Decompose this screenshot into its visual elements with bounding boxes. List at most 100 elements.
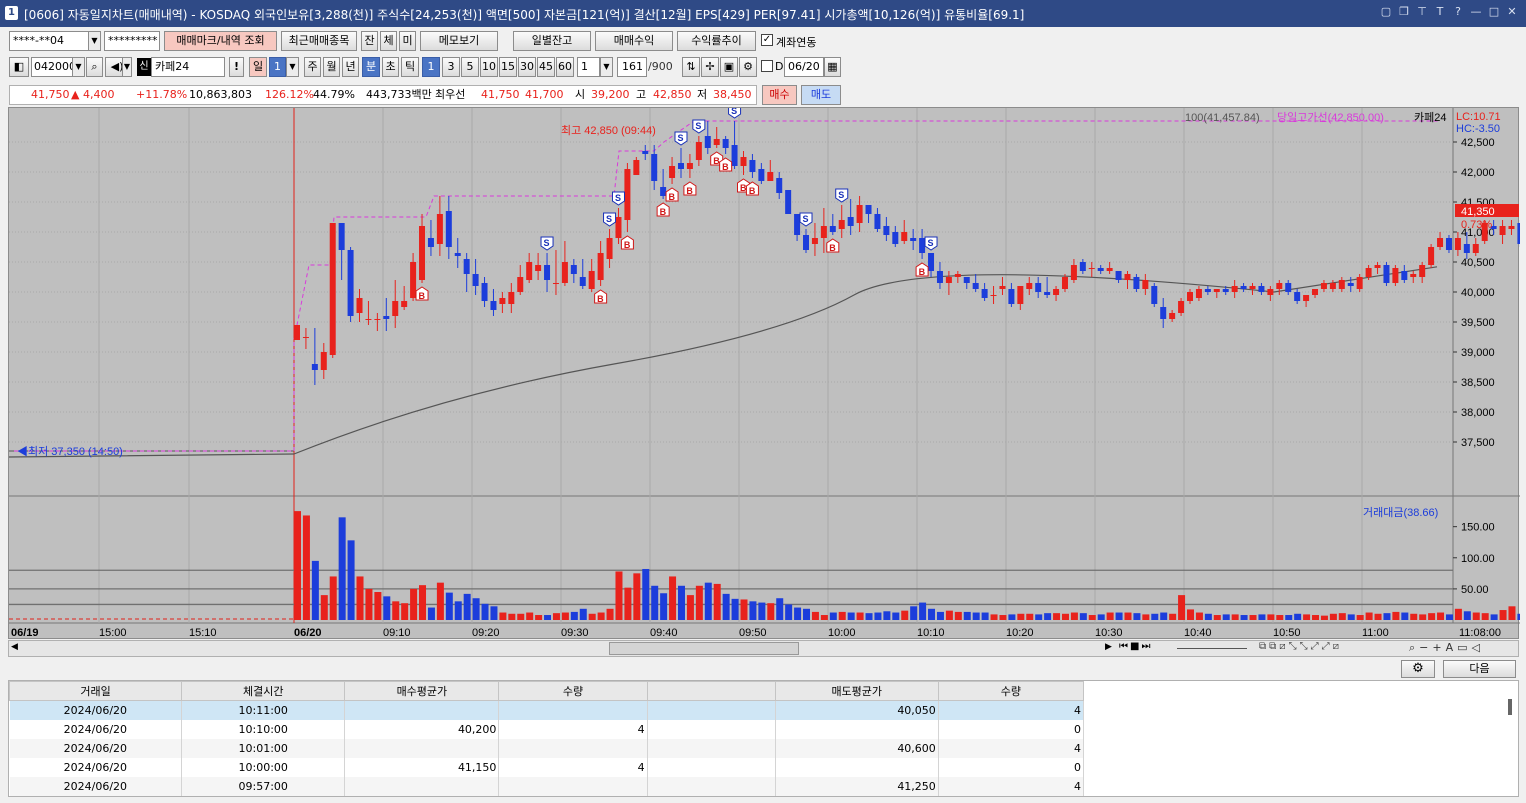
- account-dropdown-icon[interactable]: ▼: [88, 31, 101, 51]
- grid-scroll-thumb[interactable]: [1508, 699, 1512, 715]
- stock-code-input[interactable]: 042000: [31, 57, 73, 77]
- period-n-value[interactable]: 1: [269, 57, 286, 77]
- buy-marker[interactable]: B: [594, 289, 608, 304]
- sound-dropdown-icon[interactable]: ▼: [122, 57, 132, 77]
- minute-60[interactable]: 60: [556, 57, 574, 77]
- search-icon[interactable]: ⌕: [86, 57, 103, 77]
- scroll-left-icon[interactable]: ◀: [11, 642, 18, 652]
- save-icon[interactable]: ▣: [720, 57, 738, 77]
- sell-marker[interactable]: S: [924, 236, 938, 251]
- sell-marker[interactable]: S: [692, 119, 706, 134]
- return-trend-button[interactable]: 수익률추이: [677, 31, 756, 51]
- count-input[interactable]: 161: [617, 57, 647, 77]
- maximize-icon[interactable]: □: [1488, 5, 1500, 19]
- minute-45[interactable]: 45: [537, 57, 555, 77]
- grid-header[interactable]: 수량: [498, 681, 648, 701]
- buy-marker[interactable]: B: [826, 238, 840, 253]
- minute-10[interactable]: 10: [480, 57, 498, 77]
- sell-marker[interactable]: S: [603, 212, 617, 227]
- warning-button[interactable]: !: [229, 57, 244, 77]
- buy-marker[interactable]: B: [656, 202, 670, 217]
- date-input[interactable]: 06/20: [784, 57, 824, 77]
- period-daily[interactable]: 일: [249, 57, 267, 77]
- interval-dropdown-icon[interactable]: ▼: [600, 57, 613, 77]
- trade-profit-button[interactable]: 매매수익: [595, 31, 673, 51]
- mark-query-button[interactable]: 매매마크/내역 조회: [164, 31, 277, 51]
- stock-name[interactable]: 카페24: [151, 57, 225, 77]
- playback-controls[interactable]: ⏮■⏭: [1119, 641, 1152, 652]
- calendar-icon[interactable]: ▦: [824, 57, 841, 77]
- candle-body: [767, 172, 774, 181]
- chart-scrollbar[interactable]: ◀ ▶ ⏮■⏭ ⧉⧉⧄⤡⤡⤢⤢⧄ ⌕−+A▭◁: [8, 640, 1519, 657]
- minute-30[interactable]: 30: [518, 57, 536, 77]
- buy-button[interactable]: 매수: [762, 85, 797, 105]
- table-row[interactable]: 2024/06/20 10:00:00 41,150 4 0: [9, 757, 1085, 777]
- buy-marker[interactable]: B: [415, 286, 429, 301]
- sell-button[interactable]: 매도: [801, 85, 841, 105]
- buy-marker[interactable]: B: [915, 262, 929, 277]
- recent-trades-button[interactable]: 최근매매종목: [281, 31, 357, 51]
- next-button[interactable]: 다음: [1443, 660, 1516, 678]
- period-tick[interactable]: 틱: [401, 57, 419, 77]
- pin-icon[interactable]: ⊤: [1416, 5, 1428, 19]
- table-cell: 40,050: [775, 700, 939, 720]
- account-link-checkbox[interactable]: ✓: [761, 34, 773, 46]
- unexecuted-button[interactable]: 미: [399, 31, 416, 51]
- interval-input[interactable]: 1: [577, 57, 600, 77]
- help-icon[interactable]: ?: [1452, 5, 1464, 19]
- memo-button[interactable]: 메모보기: [420, 31, 498, 51]
- minute-1[interactable]: 1: [422, 57, 440, 77]
- minute-5[interactable]: 5: [461, 57, 479, 77]
- zoom-tools-icon[interactable]: ⌕−+A▭◁: [1409, 641, 1484, 655]
- period-dropdown-icon[interactable]: ▼: [286, 57, 299, 77]
- crosshair-icon[interactable]: ✢: [701, 57, 719, 77]
- period-yearly[interactable]: 년: [342, 57, 359, 77]
- table-row[interactable]: 2024/06/20 10:10:00 40,200 4 0: [9, 719, 1085, 739]
- stock-search-icon[interactable]: ◧: [9, 57, 29, 77]
- daily-balance-button[interactable]: 일별잔고: [513, 31, 591, 51]
- password-field[interactable]: *********: [104, 31, 160, 51]
- grid-header[interactable]: [646, 681, 776, 701]
- code-dropdown-icon[interactable]: ▼: [72, 57, 85, 77]
- gear-icon[interactable]: ⚙: [739, 57, 757, 77]
- period-weekly[interactable]: 주: [304, 57, 321, 77]
- table-row[interactable]: 2024/06/20 10:11:00 40,050 4: [9, 700, 1085, 720]
- drawing-tools-icon[interactable]: ⧉⧉⧄⤡⤡⤢⤢⧄: [1259, 641, 1342, 652]
- grid-header[interactable]: 거래일: [9, 681, 183, 701]
- period-second[interactable]: 초: [382, 57, 399, 77]
- minimize-icon[interactable]: —: [1470, 5, 1482, 19]
- table-row[interactable]: 2024/06/20 10:01:00 40,600 4: [9, 738, 1085, 758]
- table-row[interactable]: 2024/06/20 09:57:00 41,250 4: [9, 776, 1085, 796]
- buy-marker[interactable]: B: [683, 181, 697, 196]
- buy-marker[interactable]: B: [620, 235, 634, 250]
- period-minute[interactable]: 분: [362, 57, 380, 77]
- restore-panel-icon[interactable]: ❐: [1398, 5, 1410, 19]
- account-select[interactable]: ****-**04: [9, 31, 89, 51]
- date-checkbox[interactable]: [761, 60, 773, 72]
- sell-marker[interactable]: S: [540, 236, 554, 251]
- price-chart[interactable]: 06/19 15:00 15:10 06/20 09:10 09:20 09:30 09:40…: [9, 108, 1520, 640]
- sell-marker[interactable]: S: [835, 188, 849, 203]
- minute-15[interactable]: 15: [499, 57, 517, 77]
- sell-marker[interactable]: S: [611, 191, 625, 206]
- zoom-slider[interactable]: [1177, 648, 1247, 649]
- sell-marker[interactable]: S: [674, 131, 688, 146]
- close-icon[interactable]: ✕: [1506, 5, 1518, 19]
- grid-header[interactable]: 매도평균가: [774, 681, 939, 701]
- chart-area[interactable]: 06/19 15:00 15:10 06/20 09:10 09:20 09:30 09:40…: [8, 107, 1520, 640]
- sell-marker[interactable]: S: [799, 212, 813, 227]
- indicator-icon[interactable]: ⇅: [682, 57, 700, 77]
- grid-header[interactable]: 매수평균가: [344, 681, 500, 701]
- balance-button[interactable]: 잔: [361, 31, 378, 51]
- scroll-right-icon[interactable]: ▶: [1105, 642, 1112, 652]
- buy-marker[interactable]: B: [665, 187, 679, 202]
- font-icon[interactable]: T: [1434, 5, 1446, 19]
- scroll-thumb[interactable]: [609, 642, 799, 655]
- grid-header[interactable]: 수량: [937, 681, 1085, 701]
- minute-3[interactable]: 3: [442, 57, 460, 77]
- grid-settings-icon[interactable]: ⚙: [1401, 660, 1435, 678]
- period-monthly[interactable]: 월: [323, 57, 340, 77]
- layout-icon[interactable]: ▢: [1380, 5, 1392, 19]
- grid-header[interactable]: 체결시간: [181, 681, 346, 701]
- executed-button[interactable]: 체: [380, 31, 397, 51]
